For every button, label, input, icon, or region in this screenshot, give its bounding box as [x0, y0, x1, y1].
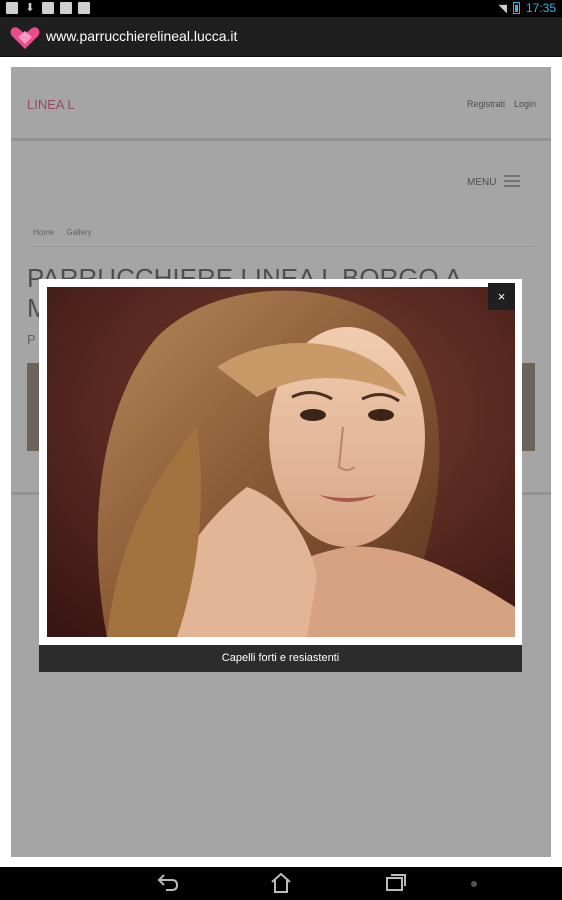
- check-calendar-icon: [78, 2, 90, 14]
- wifi-icon: ◥: [498, 2, 507, 15]
- clock: 17:35: [525, 1, 556, 15]
- home-icon[interactable]: [269, 872, 293, 894]
- app-bar: www.parrucchierelineal.lucca.it: [0, 17, 562, 57]
- back-icon[interactable]: [156, 873, 180, 893]
- gallery-icon: [6, 2, 18, 14]
- calendar-icon: [60, 2, 72, 14]
- lightbox-close-button[interactable]: ×: [488, 283, 515, 310]
- lightbox-caption: Capelli forti e resiastenti: [39, 645, 522, 672]
- download-icon: ⬇: [25, 2, 35, 14]
- battery-icon: [512, 2, 520, 14]
- gallery-photo: [47, 287, 515, 637]
- status-bar: ⬇ ◥ 17:35: [0, 0, 562, 17]
- notification-icons: ⬇: [6, 2, 90, 14]
- navigation-bar: [0, 867, 562, 900]
- sd-card-icon: [42, 2, 54, 14]
- recent-apps-icon[interactable]: [384, 873, 408, 893]
- system-icons: ◥ 17:35: [499, 1, 557, 15]
- lightbox-frame: [39, 279, 522, 649]
- page-url[interactable]: www.parrucchierelineal.lucca.it: [46, 28, 237, 44]
- heart-logo-icon[interactable]: [10, 26, 40, 50]
- menu-dot-icon[interactable]: [471, 881, 477, 887]
